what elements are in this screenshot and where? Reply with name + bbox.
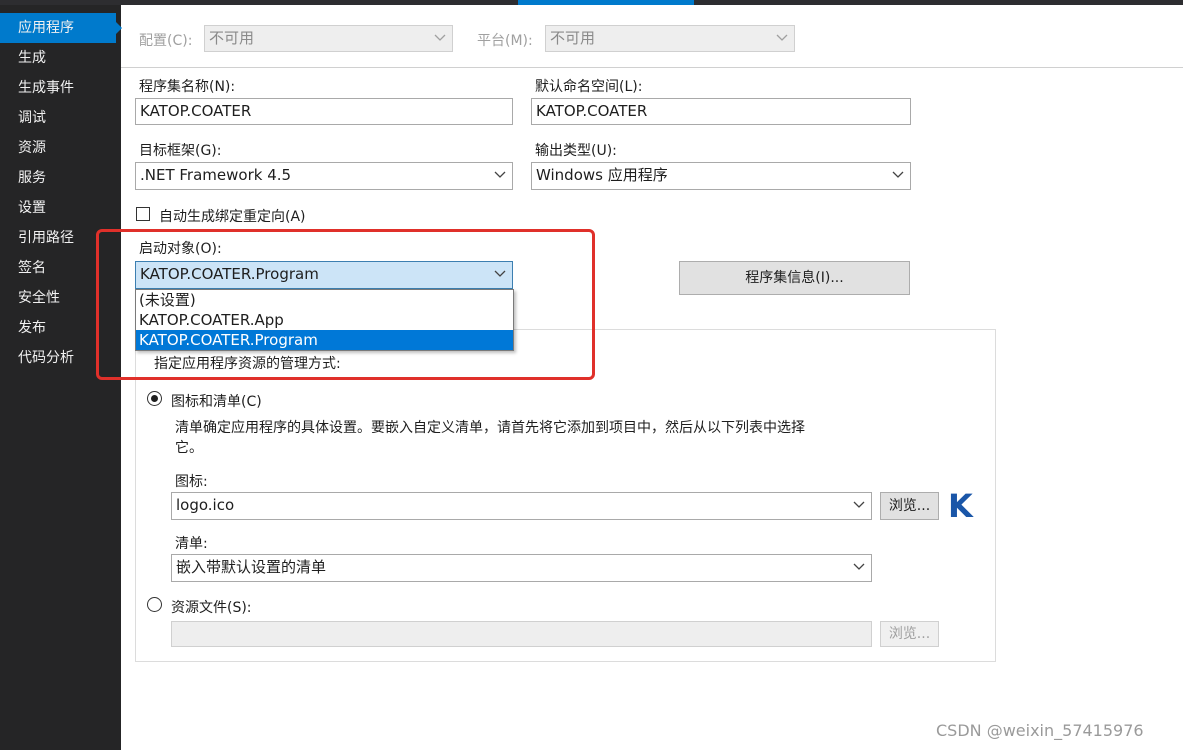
- toolbar-divider: [121, 67, 1183, 68]
- target-framework-select[interactable]: .NET Framework 4.5: [135, 162, 513, 190]
- browse-icon-button[interactable]: 浏览...: [880, 492, 939, 520]
- watermark: CSDN @weixin_57415976: [936, 721, 1144, 740]
- assembly-name-input[interactable]: KATOP.COATER: [135, 98, 513, 125]
- sidebar-item-build-events[interactable]: 生成事件: [0, 73, 121, 103]
- default-namespace-input[interactable]: KATOP.COATER: [531, 98, 911, 125]
- annotation-highlight: [96, 229, 595, 380]
- chevron-down-icon: [853, 493, 865, 518]
- sidebar-item-debug[interactable]: 调试: [0, 103, 121, 133]
- browse-resource-button[interactable]: 浏览...: [880, 621, 939, 647]
- sidebar-item-application[interactable]: 应用程序: [0, 13, 122, 43]
- resource-file-input[interactable]: [171, 621, 872, 647]
- chevron-down-icon: [434, 26, 446, 51]
- output-type-label: 输出类型(U):: [535, 143, 617, 159]
- icon-preview: K: [948, 487, 973, 525]
- chevron-down-icon: [776, 26, 788, 51]
- manifest-description-line2: 它。: [175, 440, 203, 456]
- active-document-tab[interactable]: [518, 0, 694, 5]
- chevron-down-icon: [892, 163, 904, 188]
- default-namespace-label: 默认命名空间(L):: [535, 79, 643, 95]
- auto-binding-label: 自动生成绑定重定向(A): [159, 209, 306, 225]
- config-label: 配置(C):: [139, 33, 193, 49]
- platform-label: 平台(M):: [477, 33, 533, 49]
- sidebar-item-resources[interactable]: 资源: [0, 133, 121, 163]
- chevron-down-icon: [494, 163, 506, 188]
- resource-file-radio[interactable]: [147, 597, 162, 612]
- output-type-select[interactable]: Windows 应用程序: [531, 162, 911, 190]
- target-framework-label: 目标框架(G):: [139, 143, 222, 159]
- auto-binding-checkbox[interactable]: [136, 207, 150, 221]
- sidebar-item-build[interactable]: 生成: [0, 43, 121, 73]
- manifest-description: 清单确定应用程序的具体设置。要嵌入自定义清单，请首先将它添加到项目中，然后从以下…: [175, 420, 805, 436]
- top-tab-strip: [0, 0, 1183, 5]
- config-select[interactable]: 不可用: [204, 25, 453, 52]
- assembly-name-label: 程序集名称(N):: [139, 79, 236, 95]
- sidebar-item-settings[interactable]: 设置: [0, 193, 121, 223]
- assembly-info-button[interactable]: 程序集信息(I)...: [679, 261, 910, 295]
- manifest-select[interactable]: 嵌入带默认设置的清单: [171, 554, 872, 582]
- chevron-down-icon: [853, 555, 865, 580]
- icon-label: 图标:: [175, 474, 208, 490]
- manifest-label: 清单:: [175, 536, 208, 552]
- icon-manifest-radio[interactable]: [147, 391, 162, 406]
- icon-select[interactable]: logo.ico: [171, 492, 872, 520]
- sidebar-item-services[interactable]: 服务: [0, 163, 121, 193]
- icon-manifest-label: 图标和清单(C): [171, 394, 262, 410]
- platform-select[interactable]: 不可用: [545, 25, 795, 52]
- resource-file-label: 资源文件(S):: [171, 600, 252, 616]
